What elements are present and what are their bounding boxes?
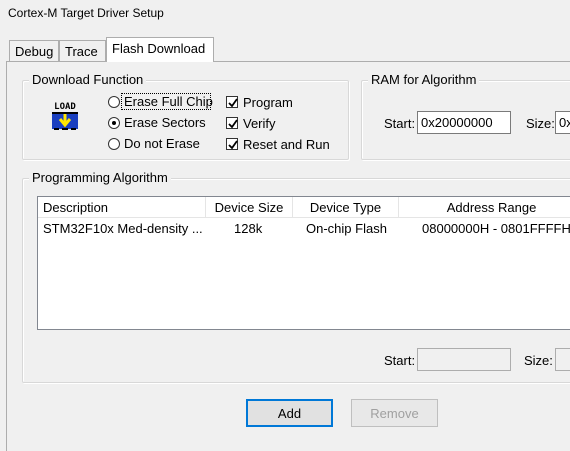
radio-erase-sectors[interactable] xyxy=(108,117,120,129)
remove-button[interactable]: Remove xyxy=(351,399,438,427)
load-icon: LOAD xyxy=(49,99,81,133)
cell-description: STM32F10x Med-density ... xyxy=(43,221,203,236)
label-do-not-erase: Do not Erase xyxy=(124,136,200,151)
ram-size-input[interactable]: 0x xyxy=(555,111,570,134)
label-program: Program xyxy=(243,95,293,110)
algo-size-label: Size: xyxy=(524,353,553,368)
ram-size-label: Size: xyxy=(526,116,555,131)
radio-erase-full-chip[interactable] xyxy=(108,96,120,108)
list-header: Description Device Size Device Type Addr… xyxy=(38,197,570,218)
label-erase-sectors: Erase Sectors xyxy=(124,115,206,130)
programming-algorithm-title: Programming Algorithm xyxy=(29,170,171,185)
label-verify: Verify xyxy=(243,116,276,131)
label-reset-and-run: Reset and Run xyxy=(243,137,330,152)
column-address-range[interactable]: Address Range xyxy=(399,197,570,218)
label-erase-full-chip: Erase Full Chip xyxy=(124,94,213,109)
add-button[interactable]: Add xyxy=(246,399,333,427)
checkbox-program[interactable] xyxy=(226,96,238,108)
algo-start-input[interactable] xyxy=(417,348,511,371)
ram-for-algorithm-title: RAM for Algorithm xyxy=(368,72,480,87)
algo-start-label: Start: xyxy=(384,353,416,368)
checkbox-reset-and-run[interactable] xyxy=(226,138,238,150)
column-device-size[interactable]: Device Size xyxy=(206,197,293,218)
cell-address-range: 08000000H - 0801FFFFH xyxy=(422,221,570,236)
checkbox-verify[interactable] xyxy=(226,117,238,129)
tab-flash-download-label: Flash Download xyxy=(112,41,206,56)
load-icon-text: LOAD xyxy=(54,102,76,112)
ram-start-label: Start: xyxy=(384,116,416,131)
tab-trace-label: Trace xyxy=(65,44,98,59)
download-function-title: Download Function xyxy=(29,72,147,87)
cell-device-type: On-chip Flash xyxy=(306,221,387,236)
algorithm-list[interactable]: Description Device Size Device Type Addr… xyxy=(37,196,570,330)
tab-flash-download[interactable]: Flash Download xyxy=(106,37,214,62)
column-description[interactable]: Description xyxy=(38,197,206,218)
window-title: Cortex-M Target Driver Setup xyxy=(8,6,164,20)
algo-size-input[interactable] xyxy=(555,348,570,371)
tab-trace[interactable]: Trace xyxy=(59,40,106,62)
column-device-type[interactable]: Device Type xyxy=(293,197,399,218)
radio-do-not-erase[interactable] xyxy=(108,138,120,150)
cell-device-size: 128k xyxy=(234,221,263,236)
ram-start-input[interactable]: 0x20000000 xyxy=(417,111,511,134)
tab-debug[interactable]: Debug xyxy=(9,40,59,62)
tab-debug-label: Debug xyxy=(15,44,54,59)
